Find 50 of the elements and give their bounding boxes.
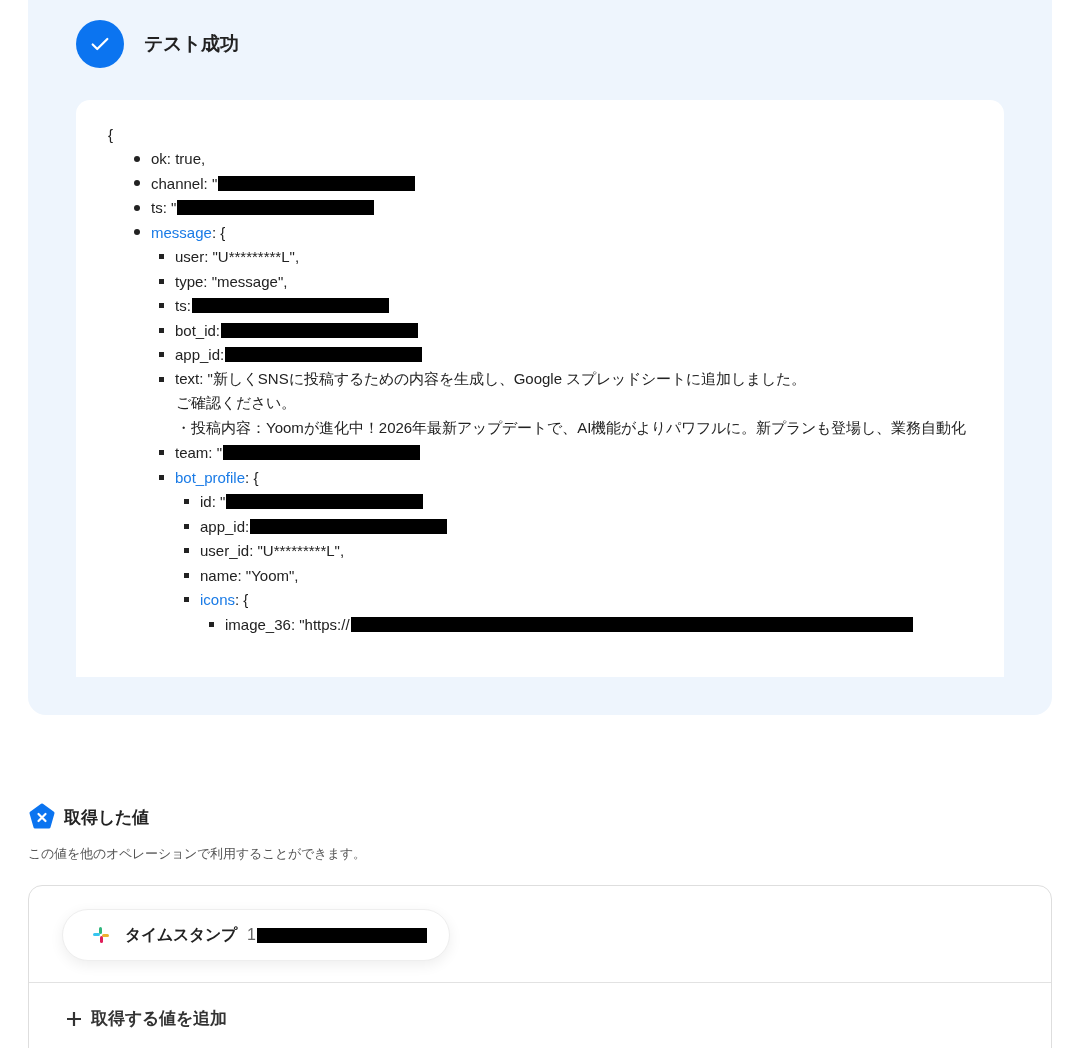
variable-icon bbox=[28, 803, 56, 831]
bullet-icon bbox=[184, 597, 189, 603]
plus-icon bbox=[65, 1009, 83, 1028]
code-text: ok: true, bbox=[151, 150, 206, 168]
chip-value: 1 bbox=[247, 926, 256, 944]
code-text: type: "message", bbox=[175, 272, 288, 290]
code-text: user: "U*********L", bbox=[175, 248, 300, 266]
slack-icon bbox=[91, 925, 111, 945]
code-text: name: "Yoom", bbox=[200, 566, 299, 584]
code-text: app_id: bbox=[175, 346, 225, 364]
code-text: : { bbox=[245, 468, 259, 486]
bullet-icon bbox=[159, 376, 164, 382]
section-description: この値を他のオペレーションで利用することができます。 bbox=[28, 845, 367, 863]
bullet-icon bbox=[159, 278, 164, 284]
bullet-icon bbox=[159, 352, 164, 358]
bullet-icon bbox=[134, 204, 140, 211]
bullet-icon bbox=[159, 474, 164, 480]
bullet-icon bbox=[134, 229, 140, 236]
code-text: id: " bbox=[200, 493, 226, 511]
bullet-icon bbox=[209, 621, 214, 627]
code-text: user_id: "U*********L", bbox=[200, 542, 345, 560]
code-text: ts: " bbox=[151, 199, 177, 217]
bullet-icon bbox=[134, 155, 140, 162]
code-text: ・投稿内容：Yoomが進化中！2026年最新アップデートで、AI機能がよりパワフルに。新プランも登場し、業務自動化 bbox=[176, 418, 967, 438]
json-key[interactable]: message bbox=[151, 223, 212, 241]
bullet-icon bbox=[134, 180, 140, 187]
code-text: ts: bbox=[175, 297, 191, 315]
code-text: text: "新しくSNSに投稿するための内容を生成し、Google スプレッドシートに追加しました。 bbox=[175, 369, 807, 389]
bullet-icon bbox=[184, 548, 189, 554]
bullet-icon bbox=[159, 450, 164, 456]
code-text: { bbox=[108, 125, 113, 143]
code-text: : { bbox=[211, 223, 226, 241]
code-text: bot_id: bbox=[175, 321, 221, 339]
code-text: ご確認ください。 bbox=[176, 394, 296, 414]
bullet-icon bbox=[184, 572, 189, 578]
code-text: app_id: bbox=[200, 517, 250, 535]
code-text: image_36: "https:// bbox=[225, 615, 350, 633]
code-text: team: " bbox=[175, 444, 222, 462]
bullet-icon bbox=[159, 303, 164, 309]
bullet-icon bbox=[184, 523, 189, 529]
add-value-button[interactable]: 取得する値を追加 bbox=[29, 983, 227, 1030]
check-icon bbox=[76, 20, 124, 68]
bullet-icon bbox=[159, 254, 164, 260]
code-text: : { bbox=[235, 591, 249, 609]
result-title: テスト成功 bbox=[144, 32, 239, 56]
code-text: channel: " bbox=[151, 174, 218, 192]
value-chip[interactable]: タイムスタンプ 1 bbox=[62, 909, 450, 961]
bullet-icon bbox=[184, 499, 189, 505]
section-title: 取得した値 bbox=[64, 806, 149, 829]
bullet-icon bbox=[159, 327, 164, 333]
